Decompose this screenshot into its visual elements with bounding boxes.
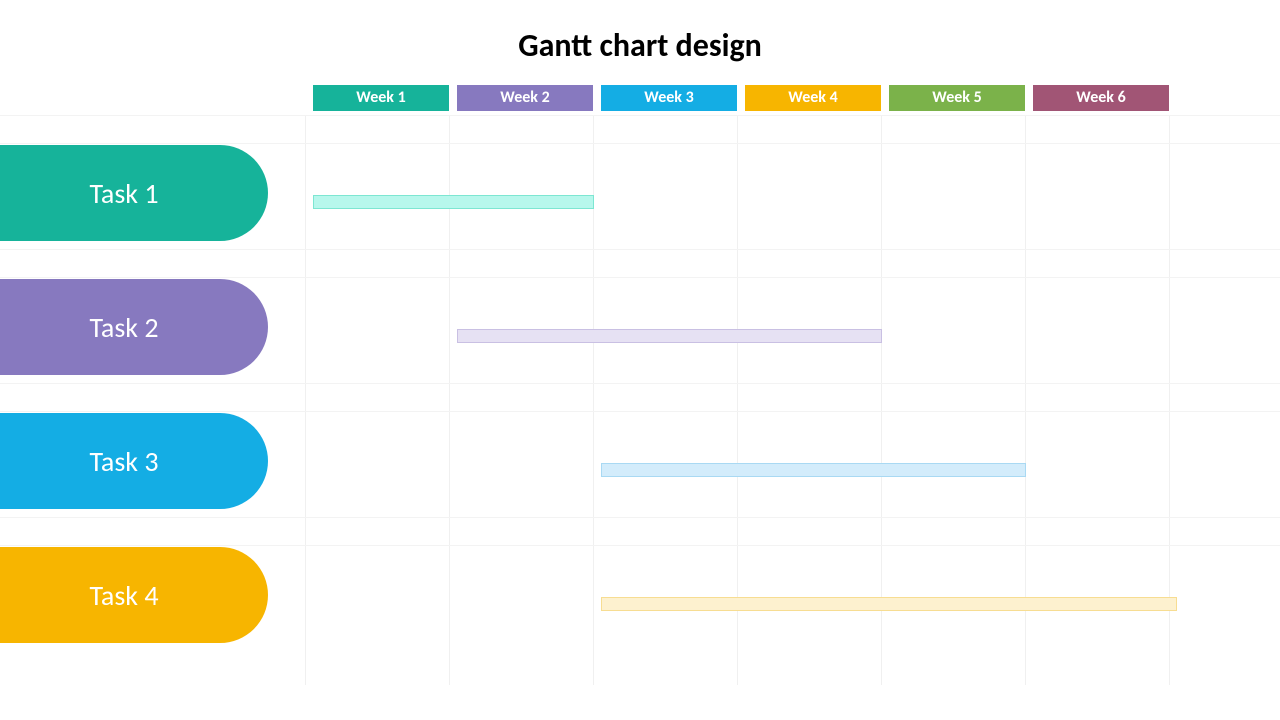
task-label-4: Task 4 xyxy=(0,547,268,643)
gantt-bar-task-3[interactable] xyxy=(601,463,1026,477)
task-label-1: Task 1 xyxy=(0,145,268,241)
column-header-week-6: Week 6 xyxy=(1033,85,1169,111)
column-header-week-4: Week 4 xyxy=(745,85,881,111)
task-label-2: Task 2 xyxy=(0,279,268,375)
column-header-week-3: Week 3 xyxy=(601,85,737,111)
column-header-week-5: Week 5 xyxy=(889,85,1025,111)
column-header-week-2: Week 2 xyxy=(457,85,593,111)
grid-hline xyxy=(0,411,1280,412)
grid-hline xyxy=(0,383,1280,384)
gantt-bar-task-1[interactable] xyxy=(313,195,594,209)
grid-hline xyxy=(0,277,1280,278)
grid-hline xyxy=(0,143,1280,144)
gantt-bar-task-2[interactable] xyxy=(457,329,882,343)
gantt-chart: Week 1 Week 2 Week 3 Week 4 Week 5 Week 6 Tas… xyxy=(0,85,1280,685)
grid-hline xyxy=(0,545,1280,546)
grid-vline xyxy=(305,115,306,685)
gantt-bar-task-4[interactable] xyxy=(601,597,1177,611)
page-title: Gantt chart design xyxy=(0,0,1280,85)
grid-hline xyxy=(0,517,1280,518)
grid-hline xyxy=(0,115,1280,116)
grid-hline xyxy=(0,249,1280,250)
column-header-week-1: Week 1 xyxy=(313,85,449,111)
task-label-3: Task 3 xyxy=(0,413,268,509)
